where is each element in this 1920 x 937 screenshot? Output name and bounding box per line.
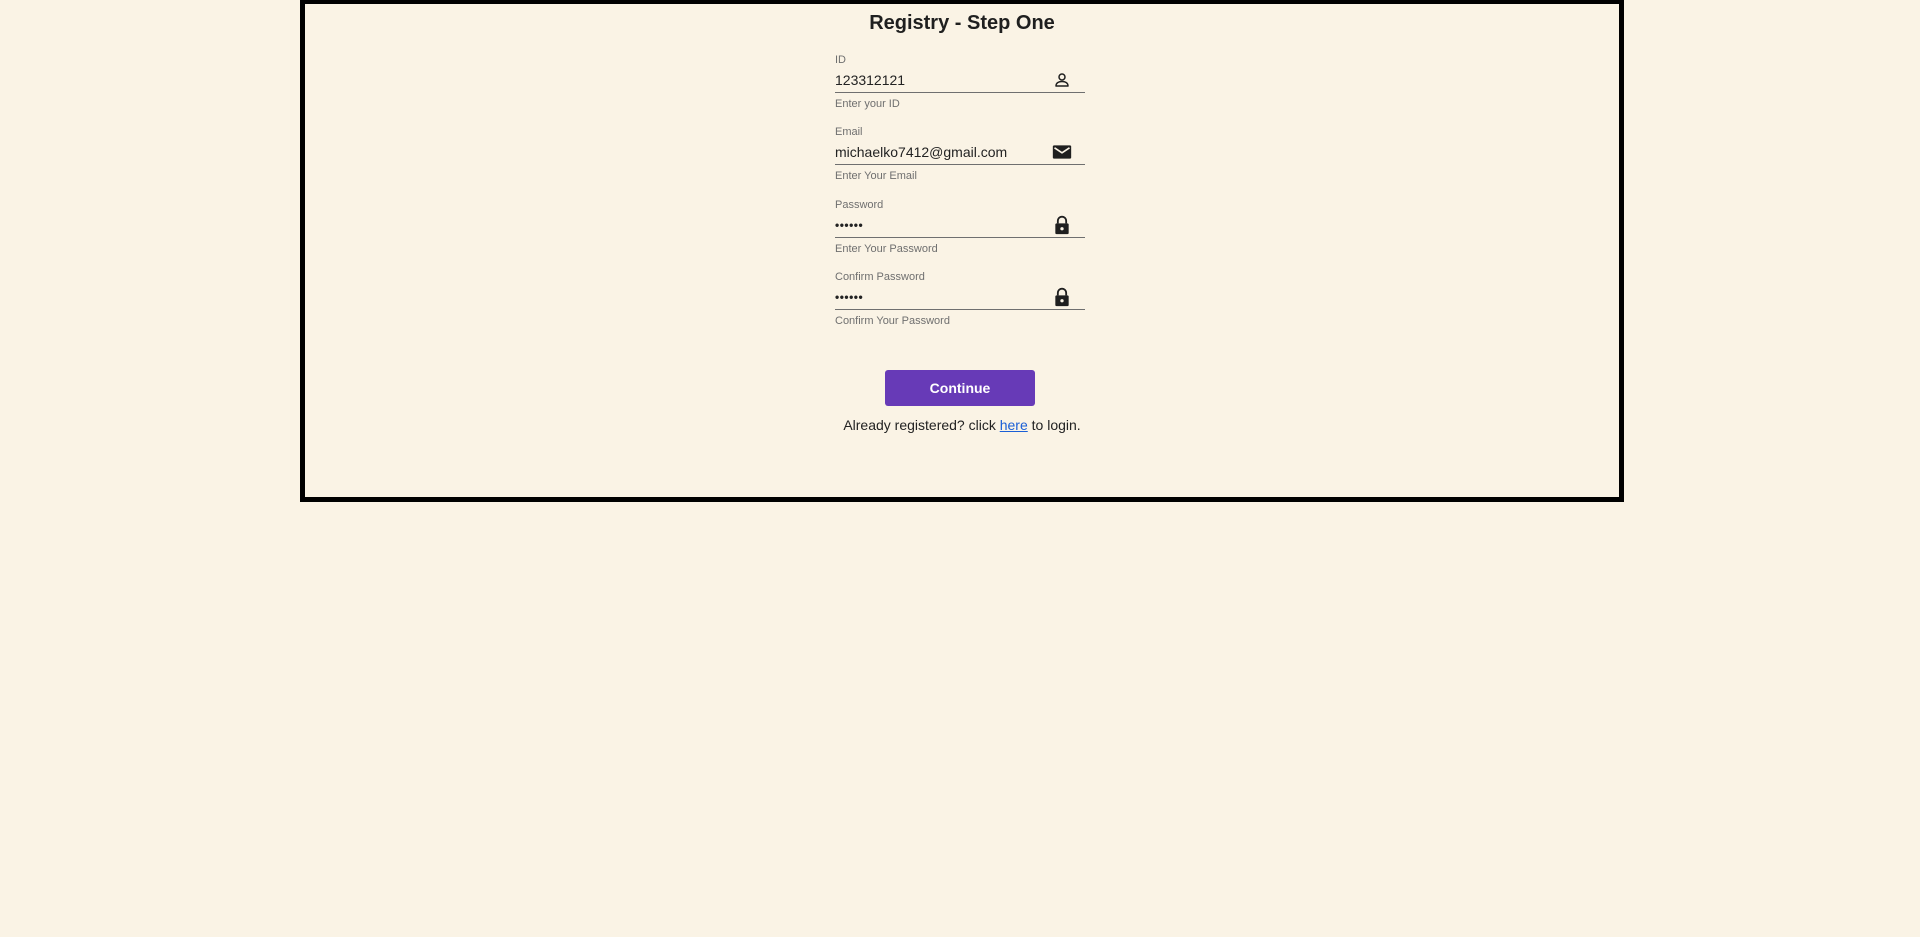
confirm-password-field: Confirm Password •••••• Confirm Your Pas…: [835, 270, 1085, 328]
id-field-label: ID: [835, 54, 846, 66]
lock-icon: [1051, 214, 1073, 236]
login-link[interactable]: here: [1000, 417, 1028, 433]
id-input-value[interactable]: 123312121: [835, 70, 905, 90]
person-icon: [1051, 69, 1073, 91]
mail-icon: [1051, 141, 1073, 163]
password-input-value[interactable]: ••••••: [835, 215, 863, 235]
confirm-password-field-hint: Confirm Your Password: [835, 315, 950, 327]
login-prompt: Already registered? click here to login.: [305, 417, 1619, 433]
login-prompt-suffix: to login.: [1031, 417, 1081, 433]
registration-panel: Registry - Step One ID 123312121 Enter y…: [300, 0, 1624, 502]
password-field-label: Password: [835, 199, 884, 211]
lock-icon: [1051, 286, 1073, 308]
password-field-hint: Enter Your Password: [835, 243, 938, 255]
login-prompt-prefix: Already registered? click: [843, 417, 996, 433]
password-input[interactable]: ••••••: [835, 212, 1085, 238]
email-field-hint: Enter Your Email: [835, 170, 917, 182]
id-field: ID 123312121 Enter your ID: [835, 53, 1085, 111]
page-title: Registry - Step One: [869, 12, 1055, 34]
email-input[interactable]: michaelko7412@gmail.com: [835, 139, 1085, 165]
password-field: Password •••••• Enter Your Password: [835, 198, 1085, 256]
email-field-label: Email: [835, 126, 863, 138]
email-field: Email michaelko7412@gmail.com Enter Your…: [835, 125, 1085, 183]
confirm-password-input-value[interactable]: ••••••: [835, 287, 863, 307]
email-input-value[interactable]: michaelko7412@gmail.com: [835, 142, 1007, 162]
continue-button[interactable]: Continue: [885, 370, 1035, 406]
id-input[interactable]: 123312121: [835, 67, 1085, 93]
confirm-password-input[interactable]: ••••••: [835, 284, 1085, 310]
confirm-password-field-label: Confirm Password: [835, 271, 925, 283]
id-field-hint: Enter your ID: [835, 98, 900, 110]
